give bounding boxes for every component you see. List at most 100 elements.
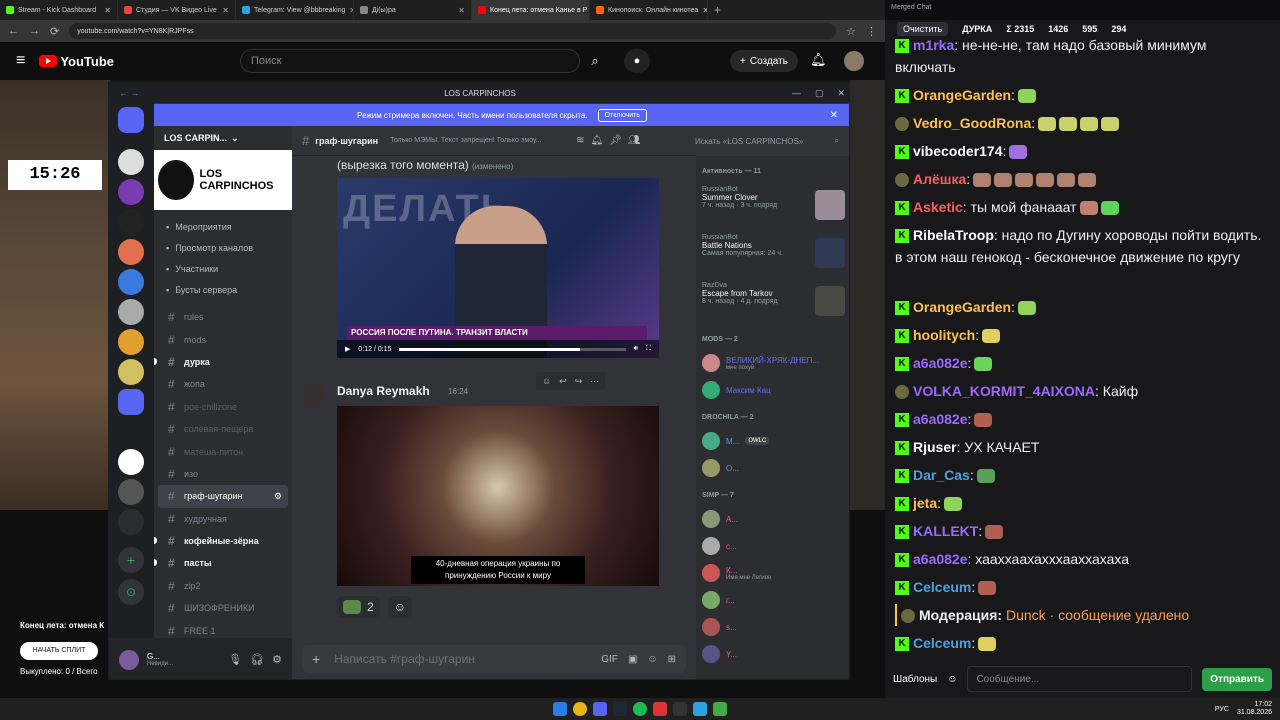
close-icon[interactable]: ✕ [222, 6, 229, 15]
chat-username[interactable]: Asketic [913, 199, 963, 215]
channel-item[interactable]: # rules [158, 306, 288, 328]
bell-icon[interactable]: 🔔︎ [590, 135, 603, 146]
threads-icon[interactable]: ≋ [576, 135, 584, 146]
server-menu-item[interactable]: ▪ Бусты сервера [154, 279, 292, 300]
message-composer[interactable]: + Написать #граф-шугарин GIF ▣ ☺ ⊞ [302, 645, 686, 673]
maximize-icon[interactable]: ▢ [815, 88, 824, 99]
templates-button[interactable]: Шаблоны [893, 674, 937, 685]
chat-username[interactable]: Алёшка [913, 171, 966, 187]
browser-tab[interactable]: Stream - Kick Dashboard ✕ [0, 0, 118, 20]
discord-search-input[interactable]: Искать «LOS CARPINCHOS» ⌕ [689, 131, 845, 151]
member-item[interactable]: М... OWLC [702, 430, 845, 452]
apps-icon[interactable]: ⊞ [668, 654, 676, 665]
gif-icon[interactable]: GIF [601, 654, 618, 665]
close-icon[interactable]: ✕ [830, 110, 838, 121]
headphones-icon[interactable]: 🎧︎ [250, 653, 264, 666]
steam-icon[interactable] [613, 702, 627, 716]
channel-item[interactable]: # граф-шугарин ⚙ [158, 485, 288, 508]
close-icon[interactable]: ✕ [837, 88, 845, 99]
server-icon[interactable] [118, 209, 144, 235]
chat-username[interactable]: OrangeGarden [913, 299, 1011, 315]
member-item[interactable]: К... Имя мне Легион [702, 562, 845, 584]
disable-streamer-mode-button[interactable]: Отключить [597, 108, 647, 122]
close-icon[interactable]: ✕ [458, 6, 465, 15]
channel-item[interactable]: # изо [158, 463, 288, 485]
channel-item[interactable]: # poe-chillzone [158, 396, 288, 418]
search-icon[interactable]: ⌕ [580, 49, 610, 73]
folder-icon[interactable] [118, 389, 144, 415]
back-icon[interactable]: ← [8, 25, 19, 37]
minimize-icon[interactable]: — [792, 88, 801, 99]
gear-icon[interactable]: ⚙ [272, 653, 282, 666]
start-split-button[interactable]: НАЧАТЬ СПЛИТ [20, 642, 98, 660]
server-menu-item[interactable]: ▪ Участники [154, 258, 292, 279]
send-button[interactable]: Отправить [1202, 667, 1272, 691]
star-icon[interactable]: ☆ [846, 25, 856, 38]
server-header[interactable]: LOS CARPIN... ⌄ [154, 126, 292, 150]
sticker-icon[interactable]: ▣ [628, 654, 637, 665]
chat-username[interactable]: hoolitych [913, 327, 975, 343]
play-icon[interactable]: ▶ [345, 345, 350, 353]
forward-icon[interactable]: → [29, 25, 40, 37]
reply-icon[interactable]: ↩ [559, 376, 567, 387]
app-icon[interactable] [653, 702, 667, 716]
server-icon[interactable] [118, 509, 144, 535]
member-item[interactable]: c... [702, 535, 845, 557]
chat-username[interactable]: Vedro_GoodRona [913, 115, 1031, 131]
server-menu-item[interactable]: ▪ Просмотр каналов [154, 237, 292, 258]
video-attachment[interactable]: ДЕЛАТЬ РОССИЯ ПОСЛЕ ПУТИНА. ТРАНЗИТ ВЛАС… [337, 178, 659, 358]
member-item[interactable]: ВЕЛИКИЙ-ХРЯК-ДНЕП... мне похуй [702, 352, 845, 374]
channel-item[interactable]: # mods [158, 328, 288, 350]
discord-home-icon[interactable] [118, 107, 144, 133]
channel-item[interactable]: # жопа [158, 373, 288, 395]
channel-item[interactable]: # пасты [154, 552, 288, 574]
youtube-search-input[interactable]: Поиск [240, 49, 580, 73]
pin-icon[interactable]: 📌︎ [609, 135, 622, 146]
back-forward-icon[interactable]: ← → [119, 88, 140, 98]
member-item[interactable]: г... [702, 589, 845, 611]
browser-tab[interactable]: Telegram: View @bbbreaking✕ [236, 0, 354, 20]
activity-card[interactable]: RussianBot Battle Nations Самая популярная… [702, 234, 845, 278]
server-icon[interactable] [118, 269, 144, 295]
channel-item[interactable]: # zip2 [158, 575, 288, 597]
url-input[interactable]: youtube.com/watch?v=YN8K|RJPFss [69, 23, 837, 39]
video-progress[interactable] [399, 347, 626, 351]
member-item[interactable]: А... [702, 508, 845, 530]
close-icon[interactable]: ✕ [104, 6, 111, 15]
reaction-icon[interactable]: ☺ [542, 376, 551, 386]
server-icon[interactable] [118, 359, 144, 385]
spotify-icon[interactable] [633, 702, 647, 716]
chat-username[interactable]: KALLEKT [913, 523, 978, 539]
server-icon[interactable] [118, 329, 144, 355]
reload-icon[interactable]: ⟳ [50, 25, 59, 38]
browser-tab[interactable]: Студия — VK Видео Live ✕ [118, 0, 236, 20]
chat-username[interactable]: a6a082e [913, 411, 968, 427]
browser-tab[interactable]: Дi(ы)ра ✕ [354, 0, 472, 20]
members-icon[interactable]: 👥︎ [628, 135, 641, 146]
server-icon[interactable] [118, 449, 144, 475]
video-attachment[interactable]: 40-дневная операция украины по принужден… [337, 406, 659, 586]
server-icon[interactable] [118, 479, 144, 505]
chat-username[interactable]: OrangeGarden [913, 87, 1011, 103]
chat-username[interactable]: a6a082e [913, 551, 968, 567]
server-icon[interactable] [118, 179, 144, 205]
emoji-icon[interactable]: ☺ [947, 674, 957, 685]
emoji-icon[interactable]: ☺ [647, 654, 657, 665]
chrome-icon[interactable] [573, 702, 587, 716]
chat-username[interactable]: VOLKA_KORMIT_4AIXONA [913, 383, 1095, 399]
server-icon[interactable] [118, 149, 144, 175]
channel-topic[interactable]: Только МЭМЫ. Текст запрещен! Только эмоу… [390, 137, 570, 144]
add-server-icon[interactable]: + [118, 547, 144, 573]
server-menu-item[interactable]: ▪ Мероприятия [154, 216, 292, 237]
volume-icon[interactable]: 🔊︎ [634, 345, 638, 353]
server-icon[interactable] [118, 299, 144, 325]
chat-username[interactable]: Rjuser [913, 439, 957, 455]
more-icon[interactable]: ⋯ [590, 376, 599, 387]
channel-item[interactable]: # дурка [154, 351, 288, 373]
create-button[interactable]: + Создать [730, 50, 798, 72]
add-reaction-button[interactable]: ☺ [387, 596, 412, 618]
channel-item[interactable]: # матеша-питон [158, 440, 288, 462]
member-item[interactable]: s... [702, 616, 845, 638]
chat-username[interactable]: Dar_Cas [913, 467, 970, 483]
avatar[interactable] [119, 649, 139, 670]
